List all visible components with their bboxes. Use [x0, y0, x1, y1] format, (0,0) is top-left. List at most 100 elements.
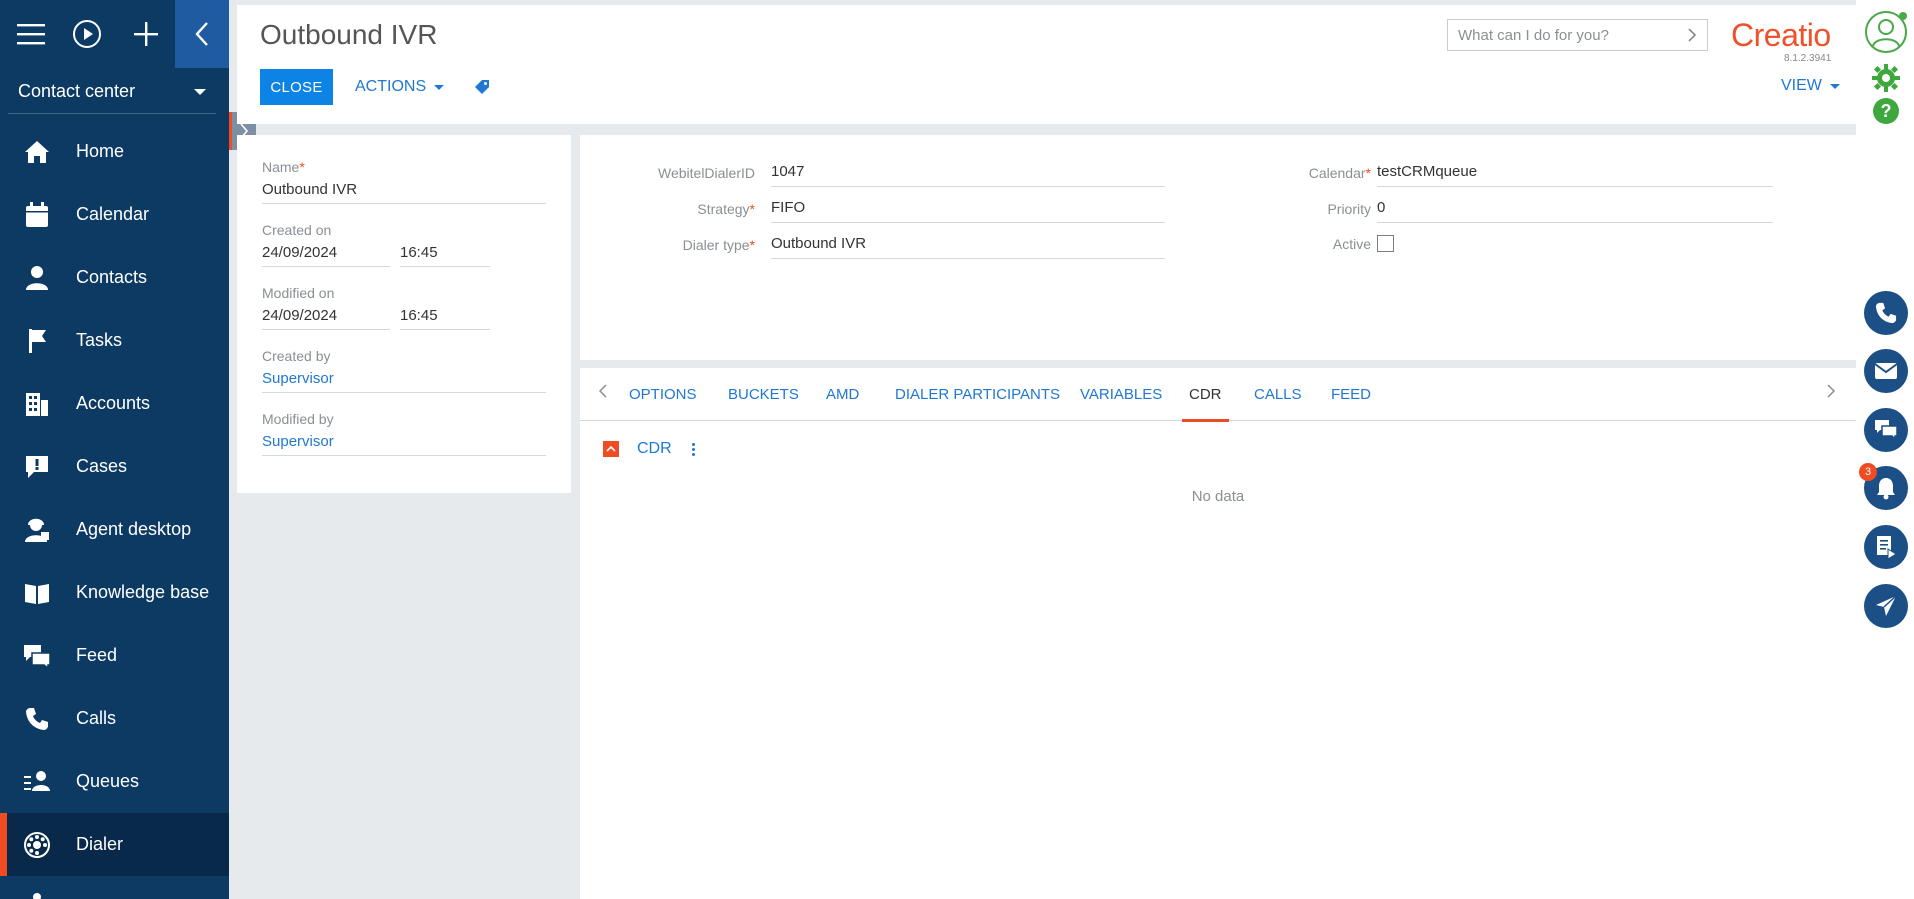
- sidebar-item-label: Queues: [76, 771, 140, 791]
- sidebar-item-label: Accounts: [76, 393, 151, 413]
- priority-field[interactable]: 0: [1377, 199, 1773, 223]
- priority-row: Priority 0: [1180, 199, 1773, 223]
- sidebar-item-label: Contacts: [76, 267, 148, 287]
- sidebar-item-label: Tasks: [76, 330, 123, 350]
- tab-options[interactable]: OPTIONS: [629, 368, 697, 421]
- sidebar-item-knowledge-base[interactable]: Knowledge base: [0, 561, 229, 624]
- tab-calls[interactable]: CALLS: [1254, 368, 1302, 421]
- active-label: Active: [1332, 235, 1371, 252]
- email-button[interactable]: [1864, 349, 1908, 393]
- tab-feed[interactable]: FEED: [1331, 368, 1371, 421]
- command-search-input[interactable]: [1458, 26, 1687, 44]
- active-row: Active: [1180, 235, 1394, 252]
- sidebar-item-label: Calendar: [76, 204, 150, 224]
- paper-plane-icon: [1876, 595, 1897, 616]
- close-button[interactable]: CLOSE: [260, 69, 333, 105]
- chevron-right-icon[interactable]: [1826, 383, 1836, 404]
- main-form: WebitelDialerID 1047 Strategy* FIFO Dial…: [580, 135, 1856, 360]
- chevron-left-icon[interactable]: [598, 383, 608, 404]
- help-button[interactable]: ?: [1872, 97, 1900, 130]
- chevron-down-icon: [434, 84, 445, 90]
- tab-bar: OPTIONS BUCKETS AMD DIALER PARTICIPANTS …: [580, 368, 1856, 422]
- name-value[interactable]: Outbound IVR: [262, 175, 546, 204]
- modified-by-link[interactable]: Supervisor: [262, 433, 334, 450]
- send-button[interactable]: [1864, 584, 1908, 628]
- notifications-button[interactable]: 3: [1859, 463, 1908, 510]
- chat-icon: [1875, 420, 1898, 441]
- actions-button[interactable]: ACTIONS: [355, 69, 445, 105]
- sidebar-item-calls[interactable]: Calls: [0, 687, 229, 750]
- created-by-field: Created by Supervisor: [262, 348, 546, 393]
- add-button[interactable]: [117, 0, 175, 68]
- created-by-link[interactable]: Supervisor: [262, 370, 334, 387]
- strategy-field[interactable]: FIFO: [771, 199, 1165, 223]
- view-button[interactable]: VIEW: [1781, 77, 1840, 95]
- more-options-icon[interactable]: [691, 442, 695, 456]
- tab-cdr[interactable]: CDR: [1182, 368, 1228, 422]
- collapse-detail-button[interactable]: [603, 441, 619, 457]
- process-log-button[interactable]: [1864, 525, 1908, 569]
- email-icon: [1874, 363, 1898, 379]
- sidebar-item-more[interactable]: [0, 876, 229, 899]
- process-button[interactable]: [58, 0, 116, 68]
- tab-amd[interactable]: AMD: [826, 368, 859, 421]
- book-icon: [22, 578, 52, 608]
- sidebar-item-feed[interactable]: Feed: [0, 624, 229, 687]
- sidebar-item-label: Calls: [76, 708, 117, 728]
- empty-state-text: No data: [1191, 488, 1245, 505]
- dialer-icon: [22, 830, 52, 860]
- modified-on-field: Modified on 24/09/2024 16:45: [262, 285, 546, 330]
- dialer-id-label: WebitelDialerID: [658, 165, 755, 181]
- help-icon: ?: [1873, 98, 1899, 124]
- sidebar-item-label: Cases: [76, 456, 128, 476]
- dialer-type-row: Dialer type* Outbound IVR: [580, 235, 1165, 259]
- modified-on-date: 24/09/2024: [262, 301, 390, 330]
- sidebar-item-calendar[interactable]: Calendar: [0, 183, 229, 246]
- user-profile-avatar[interactable]: [1864, 10, 1908, 59]
- sidebar-item-cases[interactable]: Cases: [0, 435, 229, 498]
- strategy-row: Strategy* FIFO: [580, 199, 1165, 223]
- command-search[interactable]: [1447, 19, 1708, 51]
- feed-icon: [22, 641, 52, 671]
- tab-variables[interactable]: VARIABLES: [1080, 368, 1162, 421]
- sidebar-item-tasks[interactable]: Tasks: [0, 309, 229, 372]
- required-marker: *: [299, 159, 305, 175]
- created-on-time: 16:45: [400, 238, 490, 267]
- calendar-field[interactable]: testCRMqueue: [1377, 163, 1773, 187]
- chat-button[interactable]: [1864, 408, 1908, 452]
- active-checkbox[interactable]: [1377, 235, 1394, 252]
- workplace-selector[interactable]: Contact center: [8, 70, 216, 114]
- system-settings-button[interactable]: [1872, 64, 1900, 97]
- sidebar-item-contacts[interactable]: Contacts: [0, 246, 229, 309]
- sidebar-item-agent-desktop[interactable]: Agent desktop: [0, 498, 229, 561]
- dialer-type-label: Dialer type: [682, 237, 750, 253]
- menu-button[interactable]: [2, 0, 60, 68]
- collapse-sidebar-button[interactable]: [175, 0, 229, 68]
- cdr-detail-caption[interactable]: CDR: [637, 440, 672, 458]
- name-field[interactable]: Name* Outbound IVR: [262, 159, 546, 204]
- dialer-type-field[interactable]: Outbound IVR: [771, 235, 1165, 259]
- dialer-id-field[interactable]: 1047: [771, 163, 1165, 187]
- phone-icon: [1875, 302, 1897, 324]
- calendar-row: Calendar* testCRMqueue: [1180, 163, 1773, 187]
- creatio-logo: Creatio: [1731, 17, 1831, 53]
- sidebar-item-home[interactable]: Home: [0, 120, 229, 183]
- svg-text:?: ?: [1881, 101, 1892, 121]
- flag-icon: [22, 326, 52, 356]
- sidebar-item-dialer[interactable]: Dialer: [0, 813, 229, 876]
- tab-buckets[interactable]: BUCKETS: [728, 368, 799, 421]
- avatar-icon: [1865, 11, 1907, 53]
- sidebar-item-accounts[interactable]: Accounts: [0, 372, 229, 435]
- modified-on-values: 24/09/2024 16:45: [262, 301, 546, 330]
- sidebar-item-label: Knowledge base: [76, 582, 210, 602]
- queue-icon: [22, 767, 52, 797]
- phone-button[interactable]: [1864, 291, 1908, 335]
- calendar-label: Calendar: [1308, 165, 1366, 181]
- sidebar-item-queues[interactable]: Queues: [0, 750, 229, 813]
- created-on-date: 24/09/2024: [262, 238, 390, 267]
- tag-icon[interactable]: [474, 79, 490, 100]
- tab-dialer-participants[interactable]: DIALER PARTICIPANTS: [895, 368, 1060, 421]
- sidebar-item-label: Dialer: [76, 834, 124, 854]
- right-communication-panel: ? 3: [1856, 0, 1914, 899]
- created-on-values: 24/09/2024 16:45: [262, 238, 546, 267]
